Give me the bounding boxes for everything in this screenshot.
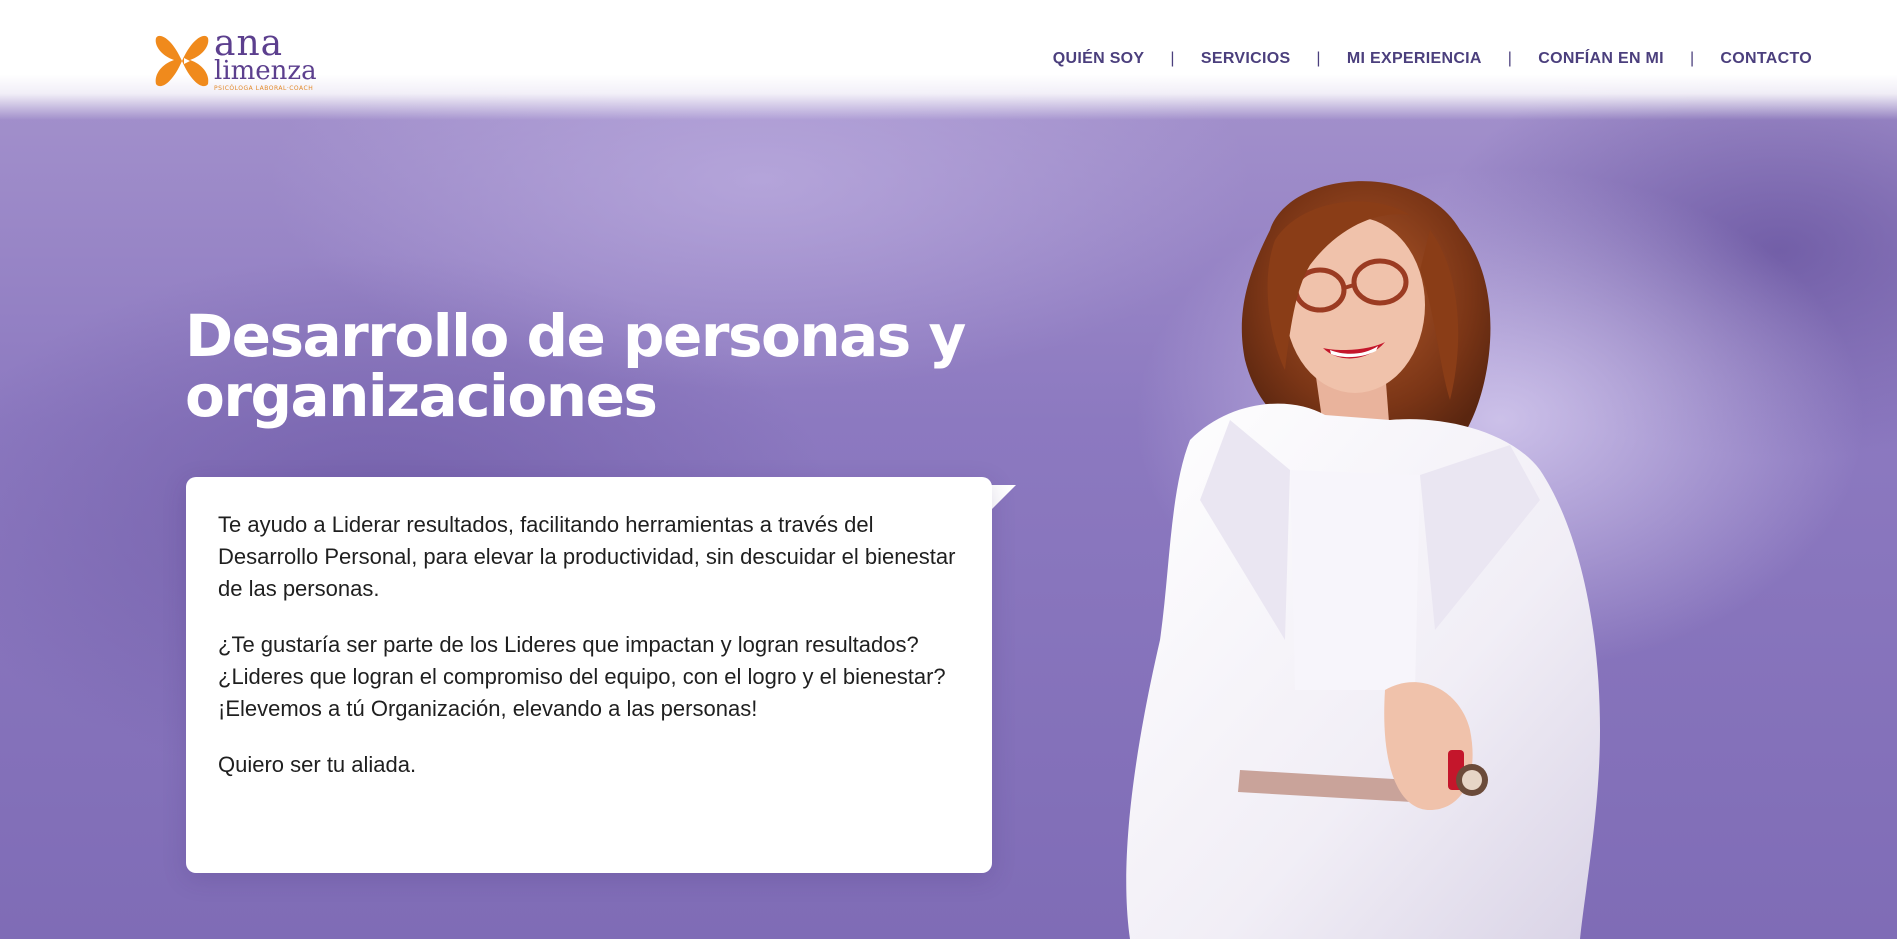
main-nav: QUIÉN SOY | SERVICIOS | MI EXPERIENCIA |… xyxy=(1053,50,1812,68)
logo-wordmark: ana limenza PSICÓLOGA LABORAL·COACH xyxy=(214,26,317,92)
hero-question-1: ¿Te gustaría ser parte de los Lideres qu… xyxy=(218,632,919,657)
nav-mi-experiencia[interactable]: MI EXPERIENCIA xyxy=(1347,50,1482,68)
hero-questions: ¿Te gustaría ser parte de los Lideres qu… xyxy=(218,629,960,725)
logo-tagline: PSICÓLOGA LABORAL·COACH xyxy=(214,85,314,92)
nav-servicios[interactable]: SERVICIOS xyxy=(1201,50,1291,68)
nav-contacto[interactable]: CONTACTO xyxy=(1720,50,1812,68)
hero-text-card: Te ayudo a Liderar resultados, facilitan… xyxy=(186,477,992,873)
hero-title-line1: Desarrollo de personas y xyxy=(185,302,966,370)
hero-paragraph: Te ayudo a Liderar resultados, facilitan… xyxy=(218,512,956,601)
nav-separator: | xyxy=(1316,50,1321,67)
hero-portrait xyxy=(1126,181,1600,939)
hero-title-line2: organizaciones xyxy=(185,362,658,430)
butterfly-icon xyxy=(155,35,209,87)
hero-title: Desarrollo de personas y organizaciones xyxy=(185,306,1005,426)
nav-separator: | xyxy=(1689,50,1695,67)
nav-quien-soy[interactable]: QUIÉN SOY xyxy=(1053,50,1145,68)
nav-separator: | xyxy=(1507,50,1513,67)
hero-closing: Quiero ser tu aliada. xyxy=(218,752,417,777)
logo[interactable]: ana limenza PSICÓLOGA LABORAL·COACH xyxy=(154,26,317,96)
speech-bubble-tail xyxy=(990,485,1016,511)
logo-line2: limenza xyxy=(214,56,317,86)
hero-exclamation: ¡Elevemos a tú Organización, elevando a … xyxy=(218,696,758,721)
site-header: ana limenza PSICÓLOGA LABORAL·COACH QUIÉ… xyxy=(0,0,1897,120)
hero-question-2: ¿Lideres que logran el compromiso del eq… xyxy=(218,664,946,689)
nav-separator: | xyxy=(1170,50,1175,67)
nav-confian-en-mi[interactable]: CONFÍAN EN MI xyxy=(1538,50,1664,68)
